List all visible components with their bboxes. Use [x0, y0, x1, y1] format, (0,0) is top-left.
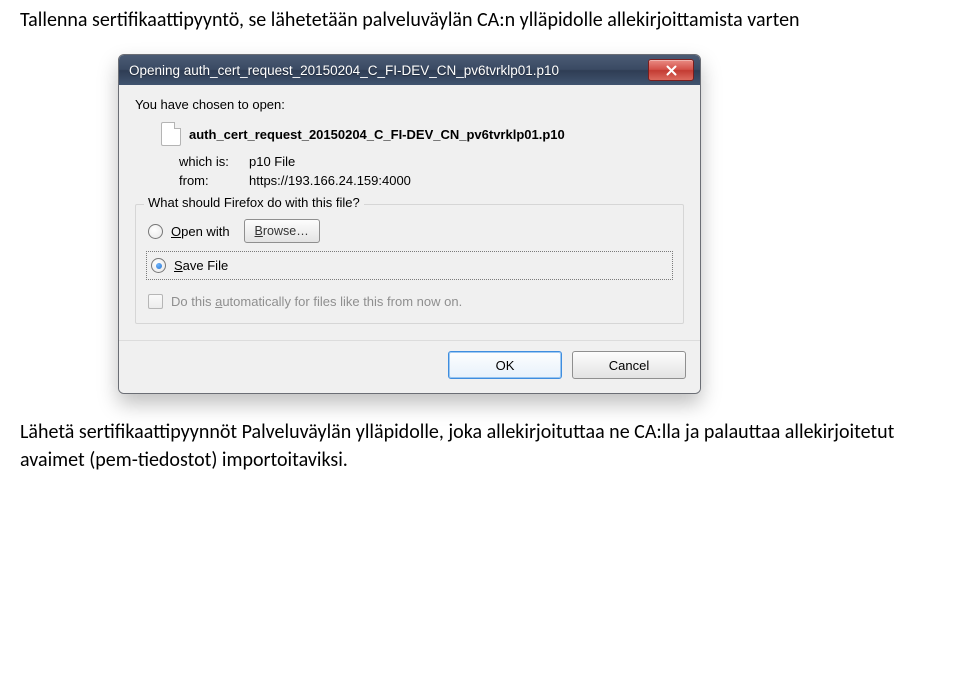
prompt-line: You have chosen to open:	[135, 97, 684, 112]
checkbox-icon	[148, 294, 163, 309]
page-outro-text: Lähetä sertifikaattipyynnöt Palveluväylä…	[0, 394, 960, 484]
always-pre: Do this	[171, 294, 215, 309]
dialog-footer: OK Cancel	[119, 340, 700, 393]
open-with-text: pen with	[181, 224, 229, 239]
save-file-option[interactable]: Save File	[149, 254, 670, 277]
close-button[interactable]	[648, 59, 694, 81]
always-label: Do this automatically for files like thi…	[171, 294, 462, 309]
cancel-button[interactable]: Cancel	[572, 351, 686, 379]
radio-icon-selected	[151, 258, 166, 273]
save-file-focus-outline: Save File	[146, 251, 673, 280]
save-file-label: Save File	[174, 258, 228, 273]
fieldset-legend: What should Firefox do with this file?	[144, 195, 364, 210]
open-with-option[interactable]: Open with Browse…	[146, 213, 673, 249]
radio-icon	[148, 224, 163, 239]
outro-line: Lähetä sertifikaattipyynnöt Palveluväylä…	[20, 420, 894, 472]
underline-letter: B	[255, 224, 263, 238]
intro-line: Tallenna sertifikaattipyyntö, se lähetet…	[20, 8, 800, 32]
always-do-row: Do this automatically for files like thi…	[146, 280, 673, 313]
titlebar: Opening auth_cert_request_20150204_C_FI-…	[119, 55, 700, 85]
open-with-label: Open with	[171, 224, 230, 239]
download-dialog: Opening auth_cert_request_20150204_C_FI-…	[118, 54, 701, 394]
save-file-text: ave File	[183, 258, 229, 273]
always-post: utomatically for files like this from no…	[222, 294, 462, 309]
ok-button[interactable]: OK	[448, 351, 562, 379]
from-row: from: https://193.166.24.159:4000	[135, 173, 684, 188]
underline-letter: S	[174, 258, 183, 273]
file-icon	[161, 122, 181, 146]
dialog-title: Opening auth_cert_request_20150204_C_FI-…	[129, 63, 648, 78]
action-fieldset: What should Firefox do with this file? O…	[135, 204, 684, 324]
which-is-value: p10 File	[249, 154, 295, 169]
from-label: from:	[179, 173, 249, 188]
page-intro-text: Tallenna sertifikaattipyyntö, se lähetet…	[0, 0, 960, 36]
ok-label: OK	[496, 358, 515, 373]
file-row: auth_cert_request_20150204_C_FI-DEV_CN_p…	[135, 122, 684, 146]
close-icon	[666, 65, 677, 76]
which-is-row: which is: p10 File	[135, 154, 684, 169]
file-name: auth_cert_request_20150204_C_FI-DEV_CN_p…	[189, 127, 565, 142]
cancel-label: Cancel	[609, 358, 649, 373]
browse-text: rowse…	[263, 224, 309, 238]
from-value: https://193.166.24.159:4000	[249, 173, 411, 188]
browse-button[interactable]: Browse…	[244, 219, 320, 243]
dialog-body: You have chosen to open: auth_cert_reque…	[119, 85, 700, 340]
dialog-container: Opening auth_cert_request_20150204_C_FI-…	[0, 36, 960, 394]
underline-letter: O	[171, 224, 181, 239]
which-is-label: which is:	[179, 154, 249, 169]
